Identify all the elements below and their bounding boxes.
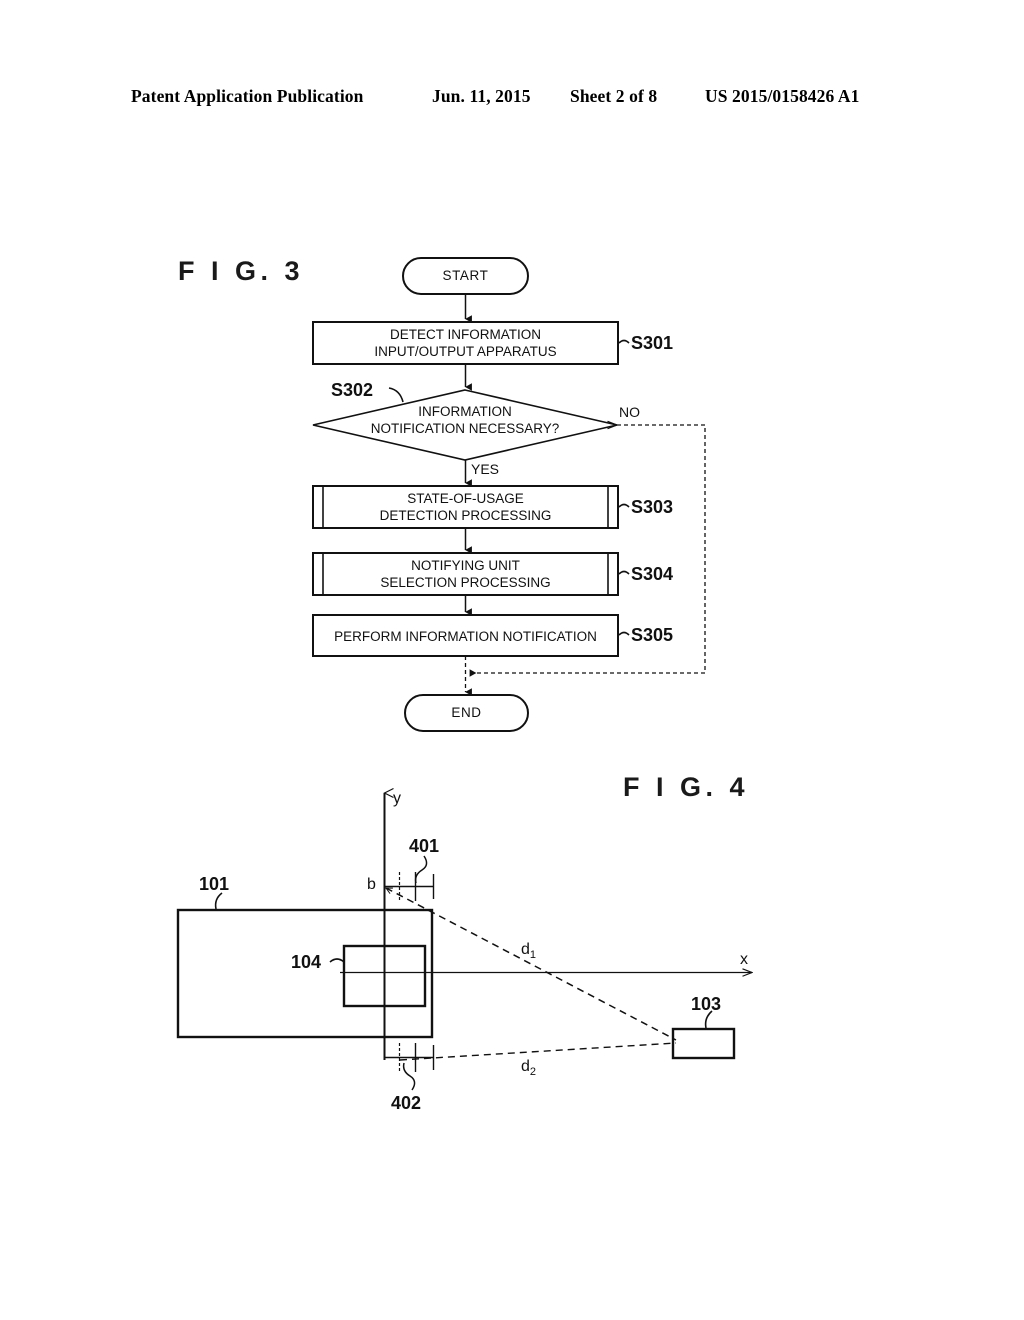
step-number-s304: S304 [631,564,674,584]
reference-numeral-103: 103 [691,994,722,1014]
dimension-marker-401 [385,872,435,901]
reference-numeral-104: 104 [291,952,322,972]
leader-s304 [618,570,630,575]
shape-101 [176,908,434,1039]
step-number-s303: S303 [631,497,674,517]
step-number-s301: S301 [631,333,674,353]
axis-origin-label-b: b [367,876,376,893]
flow-node-s301 [312,321,619,365]
leader-401 [414,855,428,884]
flow-label-start: START [442,268,489,283]
axis-label-y: y [393,790,401,807]
distance-d1-subscript: 1 [529,949,537,962]
flow-label-end: END [451,705,482,720]
leader-s302 [388,387,404,403]
distance-label-d1: d1 [521,941,536,961]
leader-101 [214,892,223,910]
branch-label-yes: YES [471,461,500,477]
distance-d2-subscript: 2 [529,1066,537,1079]
distance-line-d2 [399,1042,677,1061]
figure-3-flowchart [312,257,706,732]
flow-node-s304 [312,552,619,596]
reference-numeral-401: 401 [409,836,440,856]
distance-d1-base: d [521,941,530,958]
reference-numeral-402: 402 [391,1093,422,1113]
figures-canvas [176,257,1024,1091]
shape-103 [671,1027,736,1060]
branch-label-no: NO [619,404,640,420]
flow-node-s303 [312,485,619,529]
step-number-s302: S302 [331,380,374,400]
axis-label-x: x [740,951,748,968]
distance-d2-base: d [521,1058,530,1075]
distance-label-d2: d2 [521,1058,536,1078]
flow-node-s305 [312,614,619,657]
reference-numeral-101: 101 [199,874,230,894]
distance-line-d1 [386,887,677,1041]
figure-4-diagram [176,793,752,1091]
dimension-marker-402 [385,1043,435,1072]
leader-s303 [618,503,630,508]
leader-402 [402,1062,416,1091]
leader-s301 [618,339,630,344]
leader-s305 [618,631,630,636]
leader-104 [329,958,345,963]
step-number-s305: S305 [631,625,674,645]
